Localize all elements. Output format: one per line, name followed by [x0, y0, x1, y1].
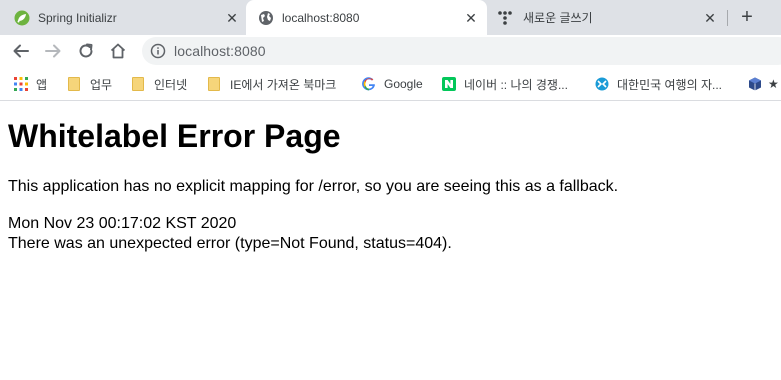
arrow-right-icon [45, 44, 61, 58]
bookmark-label: 앱 [36, 77, 48, 92]
google-icon [362, 77, 376, 91]
bookmark-folder-work[interactable]: 업무 [68, 75, 112, 93]
tab-separator [727, 10, 728, 26]
bookmark-folder-ie[interactable]: IE에서 가져온 북마크 [208, 75, 336, 93]
error-detail: There was an unexpected error (type=Not … [8, 235, 452, 252]
bookmark-label: 대한민국 여행의 자... [617, 77, 722, 92]
bookmark-apps[interactable]: 앱 [14, 75, 47, 93]
toolbar: localhost:8080 [0, 35, 781, 67]
tab-title: localhost:8080 [282, 11, 360, 25]
bookmark-naver[interactable]: 네이버 :: 나의 경쟁... [442, 75, 568, 93]
apps-grid-icon [14, 77, 28, 91]
star-icon: ★ [768, 77, 779, 91]
back-button[interactable] [9, 39, 33, 63]
tab-title: Spring Initializr [38, 11, 117, 25]
tab-new-post[interactable]: 새로운 글쓰기 ✕ [487, 0, 727, 35]
home-button[interactable] [106, 39, 130, 63]
folder-icon [68, 77, 80, 91]
bookmark-google[interactable]: Google [362, 75, 423, 93]
tab-title: 새로운 글쓰기 [523, 11, 593, 25]
travel-icon [595, 77, 609, 91]
bookmark-travel[interactable]: 대한민국 여행의 자... [595, 75, 722, 93]
cube-icon [748, 77, 762, 91]
tab-strip: Spring Initializr ✕ localhost:8080 ✕ 새로운… [0, 0, 781, 35]
error-timestamp: Mon Nov 23 00:17:02 KST 2020 [8, 215, 237, 232]
reload-icon [79, 43, 93, 58]
tab-localhost[interactable]: localhost:8080 ✕ [246, 0, 487, 35]
bookmark-more[interactable]: ★ [748, 75, 779, 93]
arrow-left-icon [13, 44, 29, 58]
address-bar[interactable]: localhost:8080 [142, 37, 781, 65]
bookmark-folder-internet[interactable]: 인터넷 [132, 75, 187, 93]
bookmark-label: 업무 [90, 77, 113, 92]
reload-button[interactable] [74, 39, 98, 63]
folder-icon [208, 77, 220, 91]
close-tab-icon[interactable]: ✕ [702, 10, 718, 26]
info-icon[interactable] [150, 43, 166, 59]
home-icon [110, 43, 126, 59]
url-text[interactable]: localhost:8080 [174, 43, 266, 59]
page-content: Whitelabel Error Page This application h… [0, 102, 781, 380]
folder-icon [132, 77, 144, 91]
close-tab-icon[interactable]: ✕ [224, 10, 240, 26]
bookmarks-bar: 앱 업무 인터넷 IE에서 가져온 북마크 Google 네이버 :: 나의 경… [0, 67, 781, 101]
naver-icon [442, 77, 456, 91]
bookmark-label: 인터넷 [154, 77, 188, 92]
tab-spring-initializr[interactable]: Spring Initializr ✕ [0, 0, 246, 35]
bookmark-label: IE에서 가져온 북마크 [230, 77, 337, 92]
error-message: This application has no explicit mapping… [8, 178, 619, 195]
close-tab-icon[interactable]: ✕ [463, 10, 479, 26]
new-tab-button[interactable]: + [737, 7, 757, 28]
globe-icon [258, 10, 274, 26]
spring-icon [14, 10, 30, 26]
tistory-icon [497, 10, 513, 26]
bookmark-label: Google [384, 77, 423, 91]
forward-button[interactable] [41, 39, 65, 63]
bookmark-label: 네이버 :: 나의 경쟁... [464, 77, 568, 92]
page-title: Whitelabel Error Page [8, 118, 341, 154]
